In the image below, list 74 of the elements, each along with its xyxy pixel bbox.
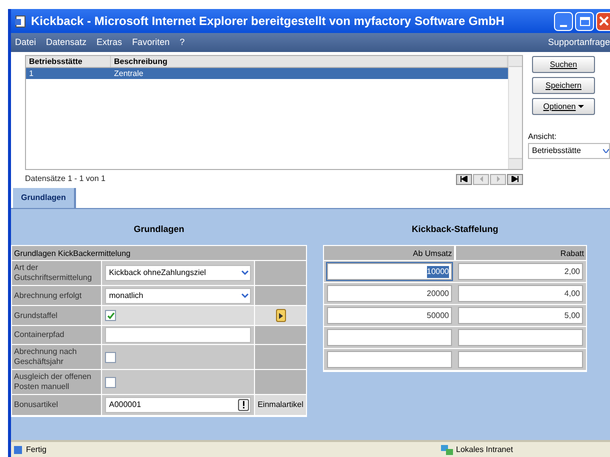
caret-icon [578, 105, 584, 108]
menu-item[interactable]: Datei [15, 36, 36, 50]
network-icon [441, 444, 453, 454]
form-cell [255, 345, 306, 369]
support-link[interactable]: Supportanfrage [548, 36, 610, 50]
amount-field[interactable]: 50000 [327, 307, 452, 324]
form-cell [255, 261, 306, 285]
page-icon [13, 444, 23, 454]
select-field[interactable]: monatlich [105, 288, 251, 304]
close-icon [599, 16, 609, 26]
options-button[interactable]: Optionen [532, 98, 595, 115]
menu-item[interactable]: Extras [96, 36, 122, 50]
text-field[interactable] [105, 327, 251, 343]
field-label: Containerpfad [12, 326, 102, 344]
alert-icon [238, 399, 249, 411]
field-label: Ausgleich der offenen Posten manuell [12, 370, 102, 394]
checkbox[interactable] [105, 352, 116, 362]
view-select[interactable]: Betriebsstätte [528, 143, 610, 159]
close-button[interactable] [596, 12, 610, 30]
view-label: Ansicht: [528, 131, 558, 143]
column-header: Ab Umsatz [324, 246, 456, 260]
previous-icon [478, 176, 484, 182]
last-record-button[interactable] [507, 174, 523, 184]
dropdown-icon [240, 290, 250, 300]
discount-field[interactable] [458, 329, 583, 346]
field-label: Grundstaffel [12, 306, 102, 325]
amount-field[interactable]: 10000 [327, 263, 452, 280]
action-button[interactable]: Speichern [532, 77, 595, 94]
amount-field[interactable]: 20000 [327, 285, 452, 302]
last-icon [511, 176, 519, 182]
zone-text: Lokales Intranet [456, 444, 513, 456]
lookup-field[interactable]: A000001 [105, 397, 251, 413]
form-cell [255, 370, 306, 394]
record-count: Datensätze 1 - 1 von 1 [25, 173, 106, 185]
section-heading: Kickback-Staffelung [410, 223, 500, 236]
status-text: Fertig [26, 444, 48, 456]
first-record-button[interactable] [456, 174, 472, 184]
amount-field[interactable] [327, 329, 452, 346]
discount-field[interactable]: 2,00 [458, 263, 583, 280]
amount-field[interactable] [327, 351, 452, 368]
field-label: Abrechnung nach Geschäftsjahr [12, 345, 102, 369]
dropdown-icon [240, 268, 250, 278]
tab[interactable]: Grundlagen [13, 188, 76, 208]
list-row[interactable]: 1 Zentrale [26, 68, 508, 79]
field-label: Bonusartikel [12, 395, 102, 415]
scrollbar[interactable] [508, 56, 522, 169]
section-heading: Grundlagen [132, 223, 186, 236]
select-field[interactable]: Kickback ohneZahlungsziel [105, 265, 251, 281]
field-label: Abrechnung erfolgt [12, 286, 102, 305]
form-cell [255, 286, 306, 305]
column-header[interactable]: Betriebsstätte [26, 56, 111, 67]
expand-button[interactable] [276, 309, 286, 322]
form-cell [255, 326, 306, 344]
checkbox[interactable] [105, 376, 116, 388]
field-label: Art der Gutschriftsermittelung [12, 261, 102, 285]
discount-field[interactable] [458, 351, 583, 368]
discount-field[interactable]: 5,00 [458, 307, 583, 324]
next-icon [496, 176, 500, 182]
chevron-icon [278, 312, 282, 318]
window-title: Kickback - Microsoft Internet Explorer bereitgestellt von myfactory Software GmbH [31, 13, 506, 30]
discount-field[interactable]: 4,00 [458, 285, 583, 302]
extra-label: Einmalartikel [258, 399, 304, 411]
page-icon [15, 14, 27, 28]
first-icon [460, 176, 468, 182]
dropdown-icon [603, 149, 609, 153]
column-header: Rabatt [559, 248, 585, 260]
menu-item[interactable]: Datensatz [46, 36, 87, 50]
table-title: Grundlagen KickBackermittelung [12, 246, 306, 261]
action-button[interactable]: Suchen [532, 56, 595, 73]
menu-item[interactable]: Favoriten [132, 36, 170, 50]
maximize-button[interactable] [575, 12, 594, 30]
checkbox[interactable] [105, 310, 116, 321]
menu-item[interactable]: ? [180, 36, 185, 50]
minimize-button[interactable] [554, 12, 573, 30]
